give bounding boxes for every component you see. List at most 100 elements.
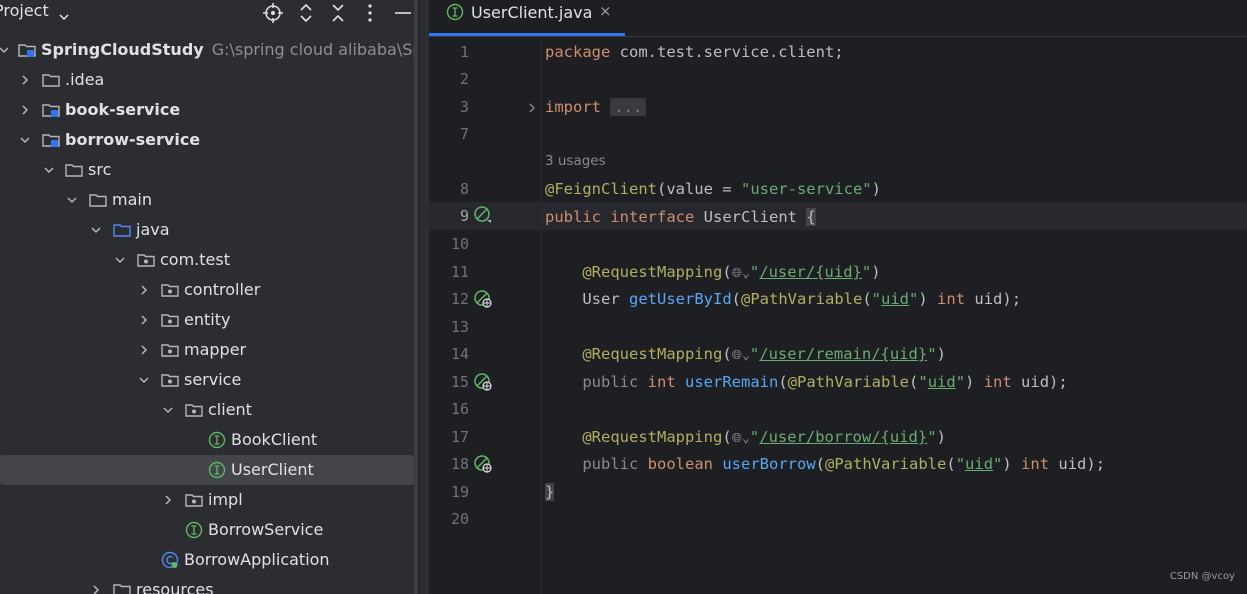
endpoint-marker-icon[interactable]	[474, 373, 492, 391]
expand-all-icon[interactable]	[295, 2, 317, 24]
endpoint-marker-icon[interactable]	[474, 290, 492, 308]
tree-item-label: entity	[184, 310, 231, 329]
line-number: 15	[450, 373, 469, 391]
code-line[interactable]: @RequestMapping(🌐︎⌄"/user/borrow/{uid}")	[545, 426, 946, 448]
folder-icon	[42, 71, 60, 89]
tree-item-userclient[interactable]: UserClient	[0, 455, 414, 485]
tree-item-service[interactable]: service	[0, 365, 414, 395]
chevron-down-icon[interactable]	[43, 164, 55, 176]
code-line[interactable]: public interface UserClient {	[545, 206, 816, 228]
line-number: 1	[459, 43, 469, 61]
fold-expand-icon[interactable]	[527, 99, 537, 113]
interface-icon	[208, 431, 226, 449]
package-icon	[185, 401, 203, 419]
endpoint-marker-icon[interactable]	[474, 455, 492, 473]
code-line[interactable]: public int userRemain(@PathVariable("uid…	[545, 371, 1067, 393]
globe-icon: 🌐︎⌄	[731, 431, 750, 446]
chevron-right-icon[interactable]	[19, 74, 31, 86]
tree-item-borrowservice[interactable]: BorrowService	[0, 515, 414, 545]
line-number: 2	[459, 70, 469, 88]
usages-hint[interactable]: 3 usages	[545, 153, 606, 169]
tree-item-resources[interactable]: resources	[0, 575, 414, 594]
code-line[interactable]: User getUserById(@PathVariable("uid") in…	[545, 288, 1021, 310]
options-icon[interactable]	[359, 2, 381, 24]
tree-item-borrowapplication[interactable]: BorrowApplication	[0, 545, 414, 575]
package-icon	[137, 251, 155, 269]
tree-item-springcloudstudy[interactable]: SpringCloudStudy G:\spring cloud alibaba\…	[0, 35, 418, 65]
close-icon[interactable]: ×	[599, 2, 612, 20]
tree-item-label: controller	[184, 280, 261, 299]
tree-item-bookclient[interactable]: BookClient	[0, 425, 414, 455]
tree-item-label: BookClient	[231, 430, 318, 449]
tree-item-java[interactable]: java	[0, 215, 414, 245]
tree-item-label: BorrowService	[208, 520, 324, 539]
tree-item-label: SpringCloudStudy	[41, 40, 204, 59]
tree-item-label: BorrowApplication	[184, 550, 330, 569]
chevron-right-icon[interactable]	[138, 284, 150, 296]
code-line[interactable]: }	[545, 481, 555, 503]
tree-item-borrow-service[interactable]: borrow-service	[0, 125, 414, 155]
chevron-right-icon[interactable]	[138, 344, 150, 356]
tree-item-main[interactable]: main	[0, 185, 414, 215]
chevron-down-icon[interactable]	[138, 374, 150, 386]
tab-userclient-java[interactable]: UserClient.java ×	[429, 0, 625, 36]
chevron-down-icon[interactable]	[0, 44, 10, 56]
gutter-separator	[541, 37, 542, 594]
tree-item-label: borrow-service	[65, 130, 201, 149]
code-line[interactable]: @RequestMapping(🌐︎⌄"/user/remain/{uid}")	[545, 343, 946, 365]
project-panel: Project SpringCloudStudy G:\spring cloud …	[0, 0, 418, 594]
code-line[interactable]: import ...	[545, 96, 647, 118]
chevron-down-icon[interactable]	[58, 8, 70, 27]
chevron-down-icon[interactable]	[66, 194, 78, 206]
line-number: 11	[450, 263, 469, 281]
tree-item-com-test[interactable]: com.test	[0, 245, 414, 275]
minimize-icon[interactable]	[392, 2, 414, 24]
folded-imports[interactable]: ...	[610, 98, 647, 116]
line-number: 17	[450, 428, 469, 446]
resources-folder-icon	[113, 581, 131, 594]
tree-item-entity[interactable]: entity	[0, 305, 414, 335]
tree-item-controller[interactable]: controller	[0, 275, 414, 305]
chevron-down-icon[interactable]	[19, 134, 31, 146]
code-line[interactable]: @FeignClient(value = "user-service")	[545, 178, 881, 200]
tree-item-label: java	[136, 220, 170, 239]
package-icon	[161, 281, 179, 299]
chevron-right-icon[interactable]	[162, 494, 174, 506]
package-icon	[161, 311, 179, 329]
tree-item-label: UserClient	[231, 460, 314, 479]
folder-icon	[89, 191, 107, 209]
chevron-down-icon[interactable]	[90, 224, 102, 236]
editor-tab-bar: UserClient.java ×	[429, 0, 1247, 37]
locate-icon[interactable]	[262, 2, 284, 24]
line-number: 12	[450, 290, 469, 308]
tree-item-label: resources	[136, 580, 214, 594]
package-icon	[161, 341, 179, 359]
project-path: G:\spring cloud alibaba\Sprin	[211, 40, 418, 59]
tree-item-src[interactable]: src	[0, 155, 414, 185]
line-number: 16	[450, 400, 469, 418]
code-line[interactable]: @RequestMapping(🌐︎⌄"/user/{uid}")	[545, 261, 880, 283]
tree-item-client[interactable]: client	[0, 395, 414, 425]
chevron-down-icon[interactable]	[162, 404, 174, 416]
globe-icon: 🌐︎⌄	[731, 266, 750, 281]
implementation-marker-icon[interactable]	[474, 206, 492, 224]
chevron-right-icon[interactable]	[138, 314, 150, 326]
collapse-all-icon[interactable]	[327, 2, 349, 24]
tree-item-idea[interactable]: .idea	[0, 65, 414, 95]
source-folder-icon	[113, 221, 131, 239]
module-folder-icon	[42, 131, 60, 149]
project-title[interactable]: Project	[0, 1, 49, 20]
tree-item-book-service[interactable]: book-service	[0, 95, 414, 125]
tree-item-label: .idea	[65, 70, 105, 89]
chevron-right-icon[interactable]	[19, 104, 31, 116]
code-line[interactable]: public boolean userBorrow(@PathVariable(…	[545, 453, 1105, 475]
panel-divider[interactable]	[418, 0, 429, 594]
code-editor[interactable]: UserClient.java × 1 2 3 7 8 9 10 11 12 1…	[429, 0, 1247, 594]
chevron-right-icon[interactable]	[90, 584, 102, 594]
tree-item-impl[interactable]: impl	[0, 485, 414, 515]
line-number: 19	[450, 483, 469, 501]
tree-item-mapper[interactable]: mapper	[0, 335, 414, 365]
chevron-down-icon[interactable]	[114, 254, 126, 266]
code-line[interactable]: package com.test.service.client;	[545, 41, 844, 63]
package-icon	[161, 371, 179, 389]
